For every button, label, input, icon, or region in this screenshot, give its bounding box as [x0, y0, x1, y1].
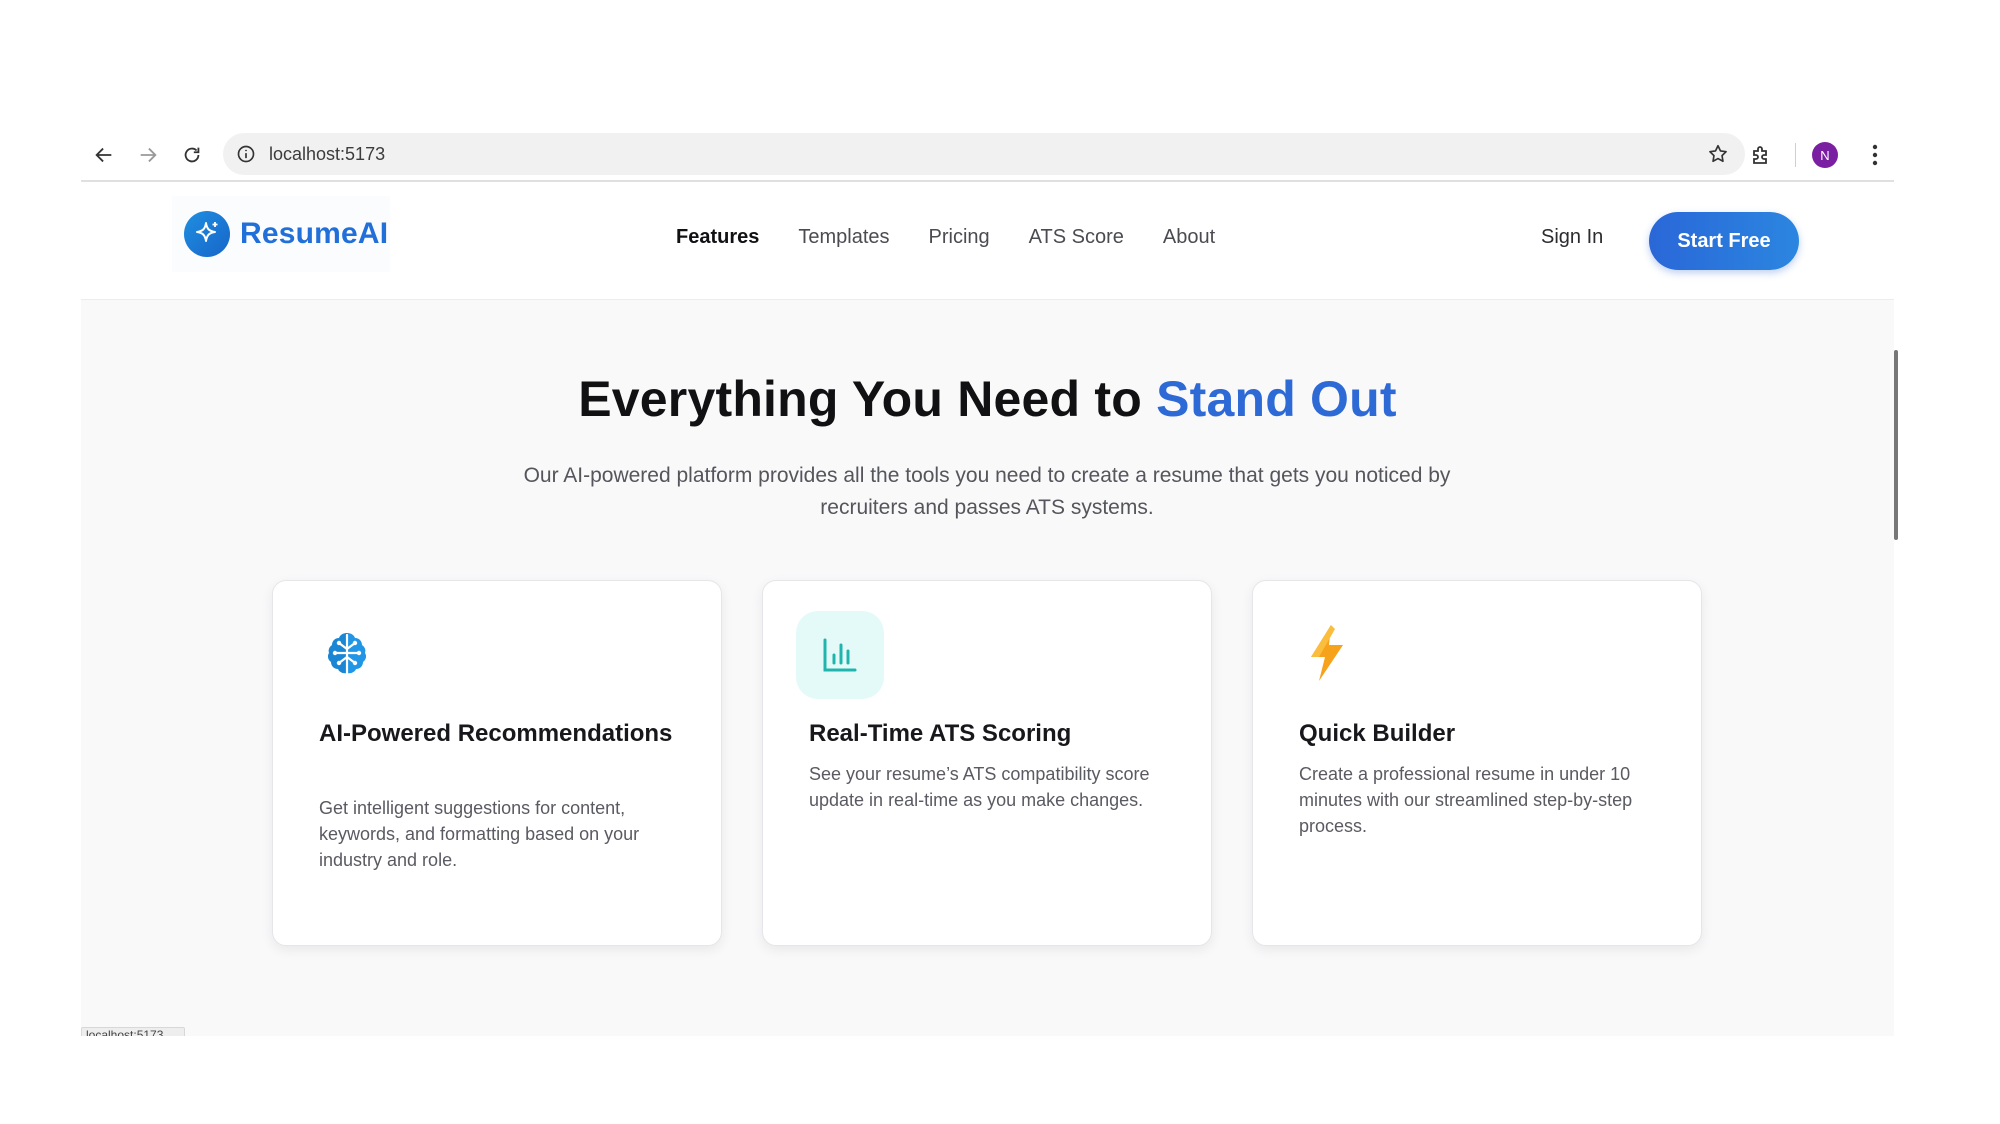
site-header: ResumeAI Features Templates Pricing ATS …: [81, 182, 1894, 300]
feature-card-ats: Real-Time ATS Scoring See your resume’s …: [762, 580, 1212, 946]
feature-description: Get intelligent suggestions for content,…: [319, 798, 640, 870]
nav-templates[interactable]: Templates: [798, 226, 889, 249]
browser-toolbar: localhost:5173 N: [81, 130, 1894, 180]
kebab-menu-icon[interactable]: [1860, 140, 1890, 170]
url-text[interactable]: localhost:5173: [269, 144, 385, 165]
feature-cards: AI-Powered Recommendations Get intellige…: [272, 580, 1702, 946]
extensions-icon[interactable]: [1741, 135, 1781, 175]
nav-ats-score[interactable]: ATS Score: [1029, 226, 1124, 249]
reload-button[interactable]: [171, 134, 213, 176]
lightning-icon: [1299, 625, 1355, 681]
brain-icon: [319, 625, 375, 681]
page-viewport: ResumeAI Features Templates Pricing ATS …: [81, 182, 1894, 1036]
forward-button[interactable]: [127, 134, 169, 176]
toolbar-separator: [1795, 143, 1796, 167]
sign-in-link[interactable]: Sign In: [1541, 226, 1603, 249]
feature-title: Real-Time ATS Scoring: [809, 720, 1072, 747]
profile-avatar[interactable]: N: [1812, 142, 1838, 168]
sparkle-logo-icon: [184, 211, 230, 257]
hero-title-main: Everything You Need to: [578, 371, 1157, 427]
nav-pricing[interactable]: Pricing: [929, 226, 990, 249]
reload-icon: [184, 147, 200, 163]
brand-logo[interactable]: ResumeAI: [172, 196, 390, 272]
site-info-icon[interactable]: [235, 143, 257, 165]
feature-title: Quick Builder: [1299, 720, 1456, 747]
address-bar[interactable]: localhost:5173: [223, 133, 1745, 175]
start-free-button[interactable]: Start Free: [1649, 212, 1799, 270]
hero-title: Everything You Need to Stand Out: [81, 370, 1894, 428]
feature-description: See your resume’s ATS compatibility scor…: [809, 764, 1150, 810]
forward-arrow-icon: [140, 147, 157, 163]
nav-features[interactable]: Features: [676, 226, 759, 249]
feature-title: AI-Powered Recommendations: [319, 720, 673, 747]
bar-chart-icon: [796, 611, 884, 699]
feature-description: Create a professional resume in under 10…: [1299, 764, 1633, 836]
back-button[interactable]: [83, 134, 125, 176]
bookmark-star-icon[interactable]: [1707, 143, 1729, 165]
main-nav: Features Templates Pricing ATS Score Abo…: [676, 226, 1254, 249]
page-scrollbar[interactable]: [1894, 350, 1898, 540]
link-status-bubble: localhost:5173: [81, 1027, 185, 1036]
feature-card-builder: Quick Builder Create a professional resu…: [1252, 580, 1702, 946]
feature-card-ai: AI-Powered Recommendations Get intellige…: [272, 580, 722, 946]
hero-subtitle: Our AI-powered platform provides all the…: [523, 464, 1451, 519]
hero-title-accent: Stand Out: [1156, 371, 1397, 427]
brand-name: ResumeAI: [240, 217, 389, 250]
back-arrow-icon: [95, 147, 112, 163]
nav-about[interactable]: About: [1163, 226, 1215, 249]
